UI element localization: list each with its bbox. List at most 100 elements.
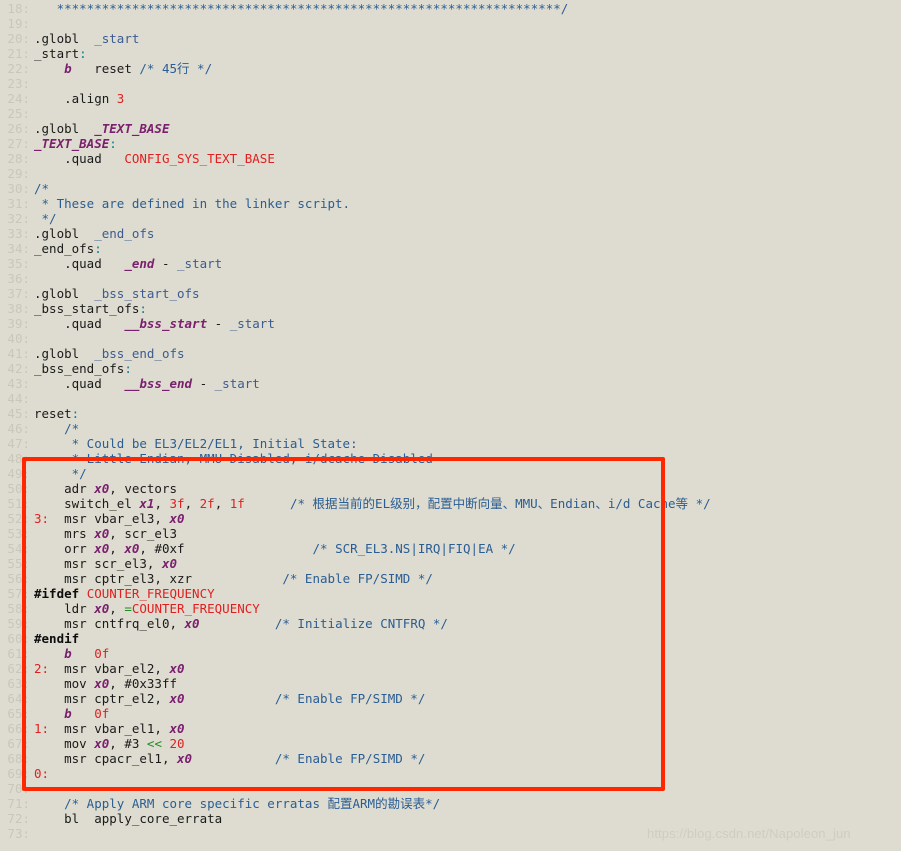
line-number: 58:: [7, 601, 30, 616]
code-line[interactable]: 22: b reset /* 45行 */: [0, 61, 901, 76]
line-number: 24:: [7, 91, 30, 106]
line-content: .quad __bss_start - _start: [34, 316, 901, 331]
line-content: 1: msr vbar_el1, x0: [34, 721, 901, 736]
line-content: mrs x0, scr_el3: [34, 526, 901, 541]
code-line[interactable]: 28: .quad CONFIG_SYS_TEXT_BASE: [0, 151, 901, 166]
code-token: */: [34, 211, 57, 226]
code-token: x0: [94, 526, 110, 541]
code-line[interactable]: 19:: [0, 16, 901, 31]
code-line[interactable]: 33: .globl _end_ofs: [0, 226, 901, 241]
code-line[interactable]: 43: .quad __bss_end - _start: [0, 376, 901, 391]
code-token: /* Enable FP/SIMD */: [274, 751, 426, 766]
line-number: 71:: [7, 796, 30, 811]
line-number: 60:: [7, 631, 30, 646]
code-token: .globl: [34, 31, 80, 46]
code-line[interactable]: 60: #endif: [0, 631, 901, 646]
code-line[interactable]: 66: 1: msr vbar_el1, x0: [0, 721, 901, 736]
code-line[interactable]: 50: adr x0, vectors: [0, 481, 901, 496]
code-line[interactable]: 51: switch_el x1, 3f, 2f, 1f /* 根据当前的EL级…: [0, 496, 901, 511]
line-content: msr cpacr_el1, x0 /* Enable FP/SIMD */: [34, 751, 901, 766]
line-content: */: [34, 211, 901, 226]
code-token: b: [64, 61, 72, 76]
code-line[interactable]: 23:: [0, 76, 901, 91]
code-line[interactable]: 35: .quad _end - _start: [0, 256, 901, 271]
code-line[interactable]: 68: msr cpacr_el1, x0 /* Enable FP/SIMD …: [0, 751, 901, 766]
line-content: _TEXT_BASE:: [34, 136, 901, 151]
code-line[interactable]: 65: b 0f: [0, 706, 901, 721]
code-line[interactable]: 20: .globl _start: [0, 31, 901, 46]
code-line[interactable]: 69: 0:: [0, 766, 901, 781]
line-number: 70:: [7, 781, 30, 796]
code-line[interactable]: 31: * These are defined in the linker sc…: [0, 196, 901, 211]
code-line[interactable]: 34: _end_ofs:: [0, 241, 901, 256]
code-line[interactable]: 32: */: [0, 211, 901, 226]
code-token: _start: [94, 31, 140, 46]
code-line[interactable]: 47: * Could be EL3/EL2/EL1, Initial Stat…: [0, 436, 901, 451]
code-line[interactable]: 55: msr scr_el3, x0: [0, 556, 901, 571]
line-content: msr cptr_el2, x0 /* Enable FP/SIMD */: [34, 691, 901, 706]
code-line[interactable]: 45: reset:: [0, 406, 901, 421]
code-line[interactable]: 71: /* Apply ARM core specific erratas 配…: [0, 796, 901, 811]
code-line[interactable]: 49: */: [0, 466, 901, 481]
code-line[interactable]: 42: _bss_end_ofs:: [0, 361, 901, 376]
code-line[interactable]: 56: msr cptr_el3, xzr /* Enable FP/SIMD …: [0, 571, 901, 586]
code-line[interactable]: 59: msr cntfrq_el0, x0 /* Initialize CNT…: [0, 616, 901, 631]
code-token: <<: [146, 736, 162, 751]
line-number: 23:: [7, 76, 30, 91]
line-number: 69:: [7, 766, 30, 781]
code-line[interactable]: 57: #ifdef COUNTER_FREQUENCY: [0, 586, 901, 601]
code-line[interactable]: 63: mov x0, #0x33ff: [0, 676, 901, 691]
code-line[interactable]: 54: orr x0, x0, #0xf /* SCR_EL3.NS|IRQ|F…: [0, 541, 901, 556]
code-line[interactable]: 37: .globl _bss_start_ofs: [0, 286, 901, 301]
code-line[interactable]: 72: bl apply_core_errata: [0, 811, 901, 826]
code-line[interactable]: 67: mov x0, #3 << 20: [0, 736, 901, 751]
code-line[interactable]: 53: mrs x0, scr_el3: [0, 526, 901, 541]
line-content: [34, 106, 901, 121]
code-line[interactable]: 41: .globl _bss_end_ofs: [0, 346, 901, 361]
code-line[interactable]: 46: /*: [0, 421, 901, 436]
code-token: adr: [64, 481, 95, 496]
code-line[interactable]: 58: ldr x0, =COUNTER_FREQUENCY: [0, 601, 901, 616]
code-token: 1f: [229, 496, 245, 511]
code-line[interactable]: 61: b 0f: [0, 646, 901, 661]
code-line[interactable]: 25:: [0, 106, 901, 121]
code-line[interactable]: 40:: [0, 331, 901, 346]
line-content: * Little Endian, MMU Disabled, i/dcache …: [34, 451, 901, 466]
code-line[interactable]: 48: * Little Endian, MMU Disabled, i/dca…: [0, 451, 901, 466]
code-line[interactable]: 38: _bss_start_ofs:: [0, 301, 901, 316]
code-line[interactable]: 52: 3: msr vbar_el3, x0: [0, 511, 901, 526]
line-number: 67:: [7, 736, 30, 751]
code-line[interactable]: 30: /*: [0, 181, 901, 196]
code-line[interactable]: 18: ************************************…: [0, 1, 901, 16]
code-line[interactable]: 26: .globl _TEXT_BASE: [0, 121, 901, 136]
line-number: 39:: [7, 316, 30, 331]
code-line[interactable]: 64: msr cptr_el2, x0 /* Enable FP/SIMD *…: [0, 691, 901, 706]
code-line[interactable]: 29:: [0, 166, 901, 181]
line-content: .globl _bss_start_ofs: [34, 286, 901, 301]
code-token: _bss_start_ofs: [34, 301, 140, 316]
line-content: [34, 331, 901, 346]
code-token: __bss_start: [124, 316, 208, 331]
code-token: 0: [34, 766, 42, 781]
code-token: mrs: [64, 526, 95, 541]
code-line[interactable]: 44:: [0, 391, 901, 406]
code-line[interactable]: 36:: [0, 271, 901, 286]
code-line[interactable]: 62: 2: msr vbar_el2, x0: [0, 661, 901, 676]
line-content: _start:: [34, 46, 901, 61]
code-line[interactable]: 27: _TEXT_BASE:: [0, 136, 901, 151]
line-content: * These are defined in the linker script…: [34, 196, 901, 211]
line-content: [34, 271, 901, 286]
code-line[interactable]: 24: .align 3: [0, 91, 901, 106]
line-number: 21:: [7, 46, 30, 61]
line-content: .globl _bss_end_ofs: [34, 346, 901, 361]
code-line[interactable]: 39: .quad __bss_start - _start: [0, 316, 901, 331]
code-line[interactable]: 70:: [0, 781, 901, 796]
code-line[interactable]: 21: _start:: [0, 46, 901, 61]
source-code-listing[interactable]: 18: ************************************…: [0, 0, 901, 851]
